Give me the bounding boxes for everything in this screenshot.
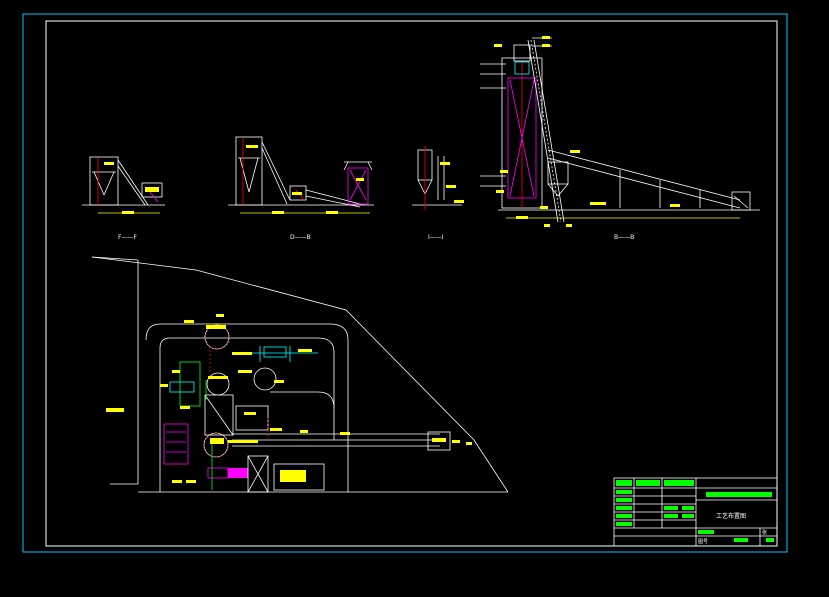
elevation-view-3 <box>412 146 464 210</box>
elevation-view-2 <box>228 136 374 214</box>
drawing-number-label: 图号 <box>698 539 708 545</box>
sheet-label: 张 <box>762 529 767 536</box>
cad-drawing-canvas: F——F D——B I——I B——B 工艺布置图 图号 张 <box>22 13 788 553</box>
site-plan-annotations <box>106 314 472 483</box>
inner-frame <box>45 20 778 547</box>
elevation-view-1 <box>82 156 165 214</box>
view-3-label: I——I <box>428 234 444 241</box>
site-plan-view <box>91 256 509 493</box>
title-block-fills <box>616 480 774 542</box>
title-block <box>613 477 778 547</box>
view-4-label: B——B <box>614 234 634 241</box>
view-1-label: F——F <box>118 234 137 241</box>
view-2-label: D——B <box>290 234 311 241</box>
elevation-view-4 <box>480 37 760 223</box>
drawing-title: 工艺布置图 <box>716 512 746 520</box>
